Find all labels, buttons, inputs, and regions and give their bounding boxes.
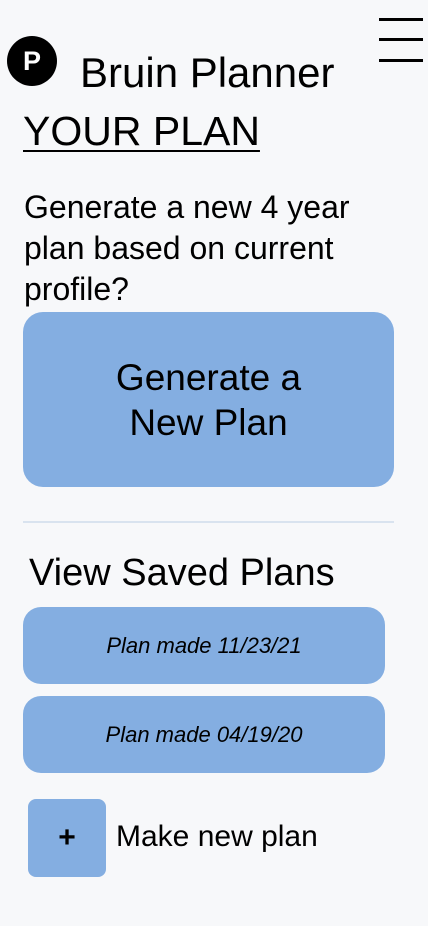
add-plan-button[interactable]: +: [28, 799, 106, 877]
logo-letter: P: [22, 45, 41, 76]
divider: [23, 521, 394, 523]
generate-new-plan-button[interactable]: Generate a New Plan: [23, 312, 394, 487]
menu-bar: [379, 38, 423, 41]
page-title: YOUR PLAN: [23, 108, 260, 154]
make-new-plan-label[interactable]: Make new plan: [116, 819, 318, 855]
saved-plans-title: View Saved Plans: [29, 552, 335, 594]
menu-bar: [379, 59, 423, 62]
menu-bar: [379, 18, 423, 21]
app-title: Bruin Planner: [80, 49, 335, 96]
logo: P: [7, 36, 57, 86]
saved-plan-button[interactable]: Plan made 04/19/20: [23, 696, 385, 773]
plus-icon: +: [58, 821, 76, 854]
saved-plan-label: Plan made 04/19/20: [105, 721, 303, 747]
generate-prompt-text: Generate a new 4 year plan based on curr…: [24, 189, 350, 307]
saved-plan-button[interactable]: Plan made 11/23/21: [23, 607, 385, 684]
saved-plan-label: Plan made 11/23/21: [106, 632, 302, 658]
hamburger-menu-icon[interactable]: [379, 18, 423, 64]
generate-new-plan-label: Generate a New Plan: [115, 356, 302, 443]
